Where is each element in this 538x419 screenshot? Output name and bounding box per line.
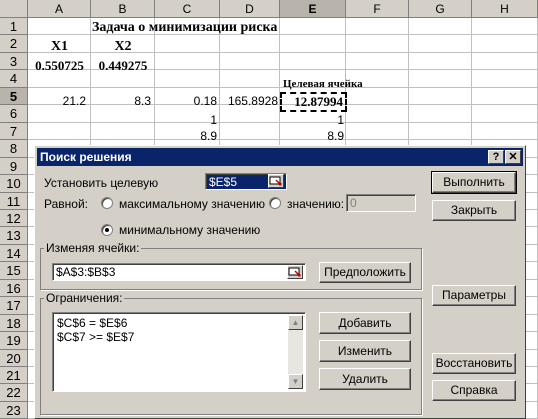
cell-c7[interactable]: 8.9 bbox=[155, 127, 217, 146]
column-header-c[interactable]: C bbox=[155, 0, 220, 18]
select-all-corner[interactable] bbox=[0, 0, 28, 18]
row-header-20[interactable]: 20 bbox=[0, 350, 28, 367]
help-button[interactable]: Справка bbox=[432, 380, 516, 401]
dialog-titlebar[interactable]: Поиск решения ? ✕ bbox=[37, 148, 523, 166]
options-button[interactable]: Параметры bbox=[432, 285, 516, 306]
target-cell-value: $E$5 bbox=[209, 175, 238, 189]
value-field[interactable]: 0 bbox=[346, 194, 416, 212]
changing-ref-collapse-icon[interactable] bbox=[287, 265, 303, 279]
cell-b5[interactable]: 8.3 bbox=[91, 92, 151, 111]
row-header-13[interactable]: 13 bbox=[0, 227, 28, 245]
cell-b2[interactable]: X2 bbox=[91, 37, 155, 56]
row-header-9[interactable]: 9 bbox=[0, 158, 28, 175]
equal-label: Равной: bbox=[44, 197, 88, 211]
row-header-5[interactable]: 5 bbox=[0, 88, 28, 105]
cell-b1-title[interactable]: Задача о минимизации риска bbox=[92, 18, 312, 37]
row-header-11[interactable]: 11 bbox=[0, 193, 28, 210]
cell-a3[interactable]: 0.550725 bbox=[28, 56, 91, 75]
close-icon[interactable]: ✕ bbox=[505, 150, 521, 164]
row-header-23[interactable]: 23 bbox=[0, 402, 28, 419]
column-header-g[interactable]: G bbox=[409, 0, 472, 18]
row-header-4[interactable]: 4 bbox=[0, 70, 28, 88]
cell-e5: 12.87994 bbox=[294, 94, 343, 109]
row-header-19[interactable]: 19 bbox=[0, 332, 28, 350]
change-button[interactable]: Изменить bbox=[319, 340, 411, 362]
changing-cells-field[interactable]: $A$3:$B$3 bbox=[52, 263, 306, 281]
row-header-2[interactable]: 2 bbox=[0, 35, 28, 53]
column-header-f[interactable]: F bbox=[346, 0, 409, 18]
row-header-12[interactable]: 12 bbox=[0, 210, 28, 227]
row-header-1[interactable]: 1 bbox=[0, 18, 28, 35]
solver-dialog: Поиск решения ? ✕ Установить целевую $E$… bbox=[34, 145, 526, 419]
row-header-8[interactable]: 8 bbox=[0, 140, 28, 158]
row-header-14[interactable]: 14 bbox=[0, 245, 28, 262]
constraint-item[interactable]: $C$7 >= $E$7 bbox=[57, 330, 134, 344]
row-header-16[interactable]: 16 bbox=[0, 280, 28, 297]
cell-d5[interactable]: 165.8928 bbox=[220, 92, 278, 111]
guess-button[interactable]: Предположить bbox=[319, 262, 411, 283]
radio-value-label[interactable]: значению: bbox=[287, 197, 344, 211]
constraints-label: Ограничения: bbox=[44, 291, 125, 305]
row-header-18[interactable]: 18 bbox=[0, 315, 28, 332]
cell-e7[interactable]: 8.9 bbox=[282, 127, 344, 146]
target-label: Установить целевую bbox=[44, 176, 159, 190]
radio-max-label[interactable]: максимальному значению bbox=[119, 197, 265, 211]
changing-cells-value: $A$3:$B$3 bbox=[56, 265, 116, 279]
row-header-3[interactable]: 3 bbox=[0, 53, 28, 70]
active-cell-e5[interactable]: 12.87994 bbox=[280, 92, 347, 112]
row-header-10[interactable]: 10 bbox=[0, 175, 28, 193]
row-header-21[interactable]: 21 bbox=[0, 367, 28, 384]
constraints-list[interactable]: $C$6 = $E$6 $C$7 >= $E$7 ▲ ▼ bbox=[52, 312, 306, 392]
dialog-title: Поиск решения bbox=[40, 150, 132, 164]
changing-cells-label: Изменяя ячейки: bbox=[44, 241, 142, 255]
row-header-6[interactable]: 6 bbox=[0, 105, 28, 123]
cell-a2[interactable]: X1 bbox=[28, 37, 91, 56]
scroll-up-icon[interactable]: ▲ bbox=[288, 315, 303, 330]
column-header-a[interactable]: A bbox=[28, 0, 91, 18]
cell-a5[interactable]: 21.2 bbox=[28, 92, 86, 111]
row-header-15[interactable]: 15 bbox=[0, 262, 28, 280]
help-icon[interactable]: ? bbox=[488, 150, 504, 164]
column-header-d[interactable]: D bbox=[220, 0, 280, 18]
cell-c5[interactable]: 0.18 bbox=[155, 92, 217, 111]
row-header-17[interactable]: 17 bbox=[0, 297, 28, 315]
reset-button[interactable]: Восстановить bbox=[432, 353, 516, 374]
radio-max[interactable] bbox=[101, 197, 113, 209]
close-button[interactable]: Закрыть bbox=[432, 200, 516, 221]
row-header-22[interactable]: 22 bbox=[0, 384, 28, 402]
add-button[interactable]: Добавить bbox=[319, 312, 411, 334]
radio-min-label[interactable]: минимальному значению bbox=[119, 223, 260, 237]
delete-button[interactable]: Удалить bbox=[319, 368, 411, 390]
constraint-item[interactable]: $C$6 = $E$6 bbox=[57, 316, 127, 330]
solve-button[interactable]: Выполнить bbox=[431, 171, 517, 194]
radio-min[interactable] bbox=[101, 224, 113, 236]
value-field-text: 0 bbox=[350, 196, 357, 210]
column-header-h[interactable]: H bbox=[472, 0, 538, 18]
constraints-scrollbar[interactable]: ▲ ▼ bbox=[288, 315, 303, 389]
scroll-down-icon[interactable]: ▼ bbox=[288, 374, 303, 389]
cell-b3[interactable]: 0.449275 bbox=[91, 56, 155, 75]
row-header-7[interactable]: 7 bbox=[0, 123, 28, 140]
column-header-b[interactable]: B bbox=[91, 0, 155, 18]
column-header-e[interactable]: E bbox=[280, 0, 346, 18]
target-ref-collapse-icon[interactable] bbox=[268, 174, 284, 188]
radio-value[interactable] bbox=[269, 197, 281, 209]
